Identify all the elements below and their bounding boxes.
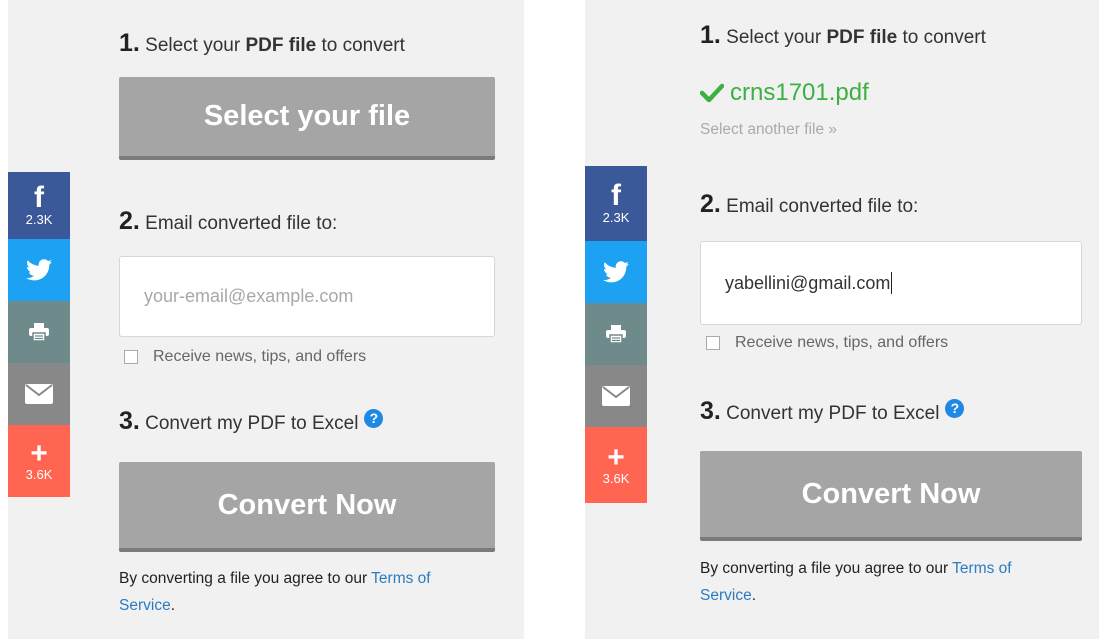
twitter-share-button[interactable] — [585, 241, 647, 303]
terms-text: By converting a file you agree to our — [700, 560, 953, 577]
terms-link-part-2: Service — [119, 597, 171, 614]
step-number: 3. — [700, 397, 721, 425]
email-input[interactable]: yabellini@gmail.com — [700, 241, 1082, 325]
print-button[interactable] — [8, 301, 70, 363]
converter-panel-filled: f 2.3K + 3.6K 1. Select your PDF file to… — [585, 0, 1099, 639]
converter-panel-initial: f 2.3K + 3.6K 1. Select your PDF file to… — [8, 0, 524, 639]
selected-file-name: crns1701.pdf — [730, 79, 869, 106]
step-number: 1. — [119, 29, 140, 57]
share-count: 3.6K — [602, 470, 630, 486]
email-share-button[interactable] — [8, 363, 70, 425]
step-1-text-bold: PDF file — [826, 27, 898, 48]
newsletter-checkbox[interactable] — [124, 350, 138, 364]
print-icon — [29, 323, 49, 341]
step-1-text-end: to convert — [897, 27, 986, 48]
help-icon[interactable]: ? — [945, 399, 965, 418]
step-number: 2. — [700, 190, 721, 218]
step-2-text: Email converted file to: — [145, 213, 338, 234]
step-2-heading: 2. Email converted file to: — [119, 207, 337, 236]
terms-text: By converting a file you agree to our — [119, 570, 372, 587]
print-button[interactable] — [585, 303, 647, 365]
more-share-button[interactable]: + 3.6K — [8, 425, 70, 497]
facebook-share-button[interactable]: f 2.3K — [8, 172, 70, 239]
step-3-text: Convert my PDF to Excel — [145, 413, 359, 434]
print-icon — [606, 325, 626, 343]
facebook-share-count: 2.3K — [602, 210, 630, 225]
terms-link-part-1: Terms of — [371, 570, 431, 587]
facebook-share-count: 2.3K — [25, 212, 53, 227]
step-1-text-start: Select your — [726, 27, 827, 48]
step-1-text-end: to convert — [316, 35, 405, 56]
step-3-heading: 3. Convert my PDF to Excel? — [700, 397, 965, 426]
step-1-heading: 1. Select your PDF file to convert — [119, 29, 405, 58]
more-share-button[interactable]: + 3.6K — [585, 427, 647, 503]
plus-icon: + — [30, 436, 48, 470]
newsletter-checkbox-row: Receive news, tips, and offers — [706, 334, 948, 352]
email-input[interactable] — [119, 256, 495, 337]
email-input-value: yabellini@gmail.com — [725, 272, 891, 293]
facebook-icon: f — [34, 181, 44, 214]
step-2-heading: 2. Email converted file to: — [700, 190, 918, 219]
social-share-bar: f 2.3K + 3.6K — [8, 172, 70, 497]
step-1-heading: 1. Select your PDF file to convert — [700, 21, 986, 50]
step-3-text: Convert my PDF to Excel — [726, 403, 940, 424]
email-icon — [602, 386, 630, 406]
newsletter-checkbox-label: Receive news, tips, and offers — [153, 348, 367, 365]
facebook-share-button[interactable]: f 2.3K — [585, 166, 647, 241]
select-another-file-link[interactable]: Select another file » — [700, 121, 837, 139]
text-cursor — [891, 272, 893, 294]
step-1-text-start: Select your — [145, 35, 246, 56]
checkmark-icon — [700, 83, 724, 103]
step-number: 2. — [119, 207, 140, 235]
terms-end: . — [751, 587, 756, 604]
email-share-button[interactable] — [585, 365, 647, 427]
convert-now-button[interactable]: Convert Now — [700, 451, 1082, 541]
plus-icon: + — [607, 440, 625, 474]
terms-notice: By converting a file you agree to our Te… — [119, 565, 499, 619]
newsletter-checkbox[interactable] — [706, 336, 720, 350]
twitter-icon — [26, 259, 52, 281]
terms-end: . — [170, 597, 175, 614]
step-2-text: Email converted file to: — [726, 196, 919, 217]
step-number: 1. — [700, 21, 721, 49]
step-1-text-bold: PDF file — [245, 35, 317, 56]
convert-now-button[interactable]: Convert Now — [119, 462, 495, 552]
share-count: 3.6K — [25, 466, 53, 482]
help-icon[interactable]: ? — [364, 409, 384, 428]
social-share-bar: f 2.3K + 3.6K — [585, 166, 647, 503]
newsletter-checkbox-row: Receive news, tips, and offers — [124, 348, 366, 366]
terms-link-part-1: Terms of — [952, 560, 1012, 577]
email-icon — [25, 384, 53, 404]
twitter-icon — [603, 261, 629, 283]
terms-notice: By converting a file you agree to our Te… — [700, 555, 1084, 609]
select-file-button[interactable]: Select your file — [119, 77, 495, 160]
facebook-icon: f — [611, 179, 621, 212]
twitter-share-button[interactable] — [8, 239, 70, 301]
terms-link-part-2: Service — [700, 587, 752, 604]
step-number: 3. — [119, 407, 140, 435]
selected-file: crns1701.pdf — [700, 79, 869, 107]
newsletter-checkbox-label: Receive news, tips, and offers — [735, 334, 949, 351]
step-3-heading: 3. Convert my PDF to Excel? — [119, 407, 384, 436]
